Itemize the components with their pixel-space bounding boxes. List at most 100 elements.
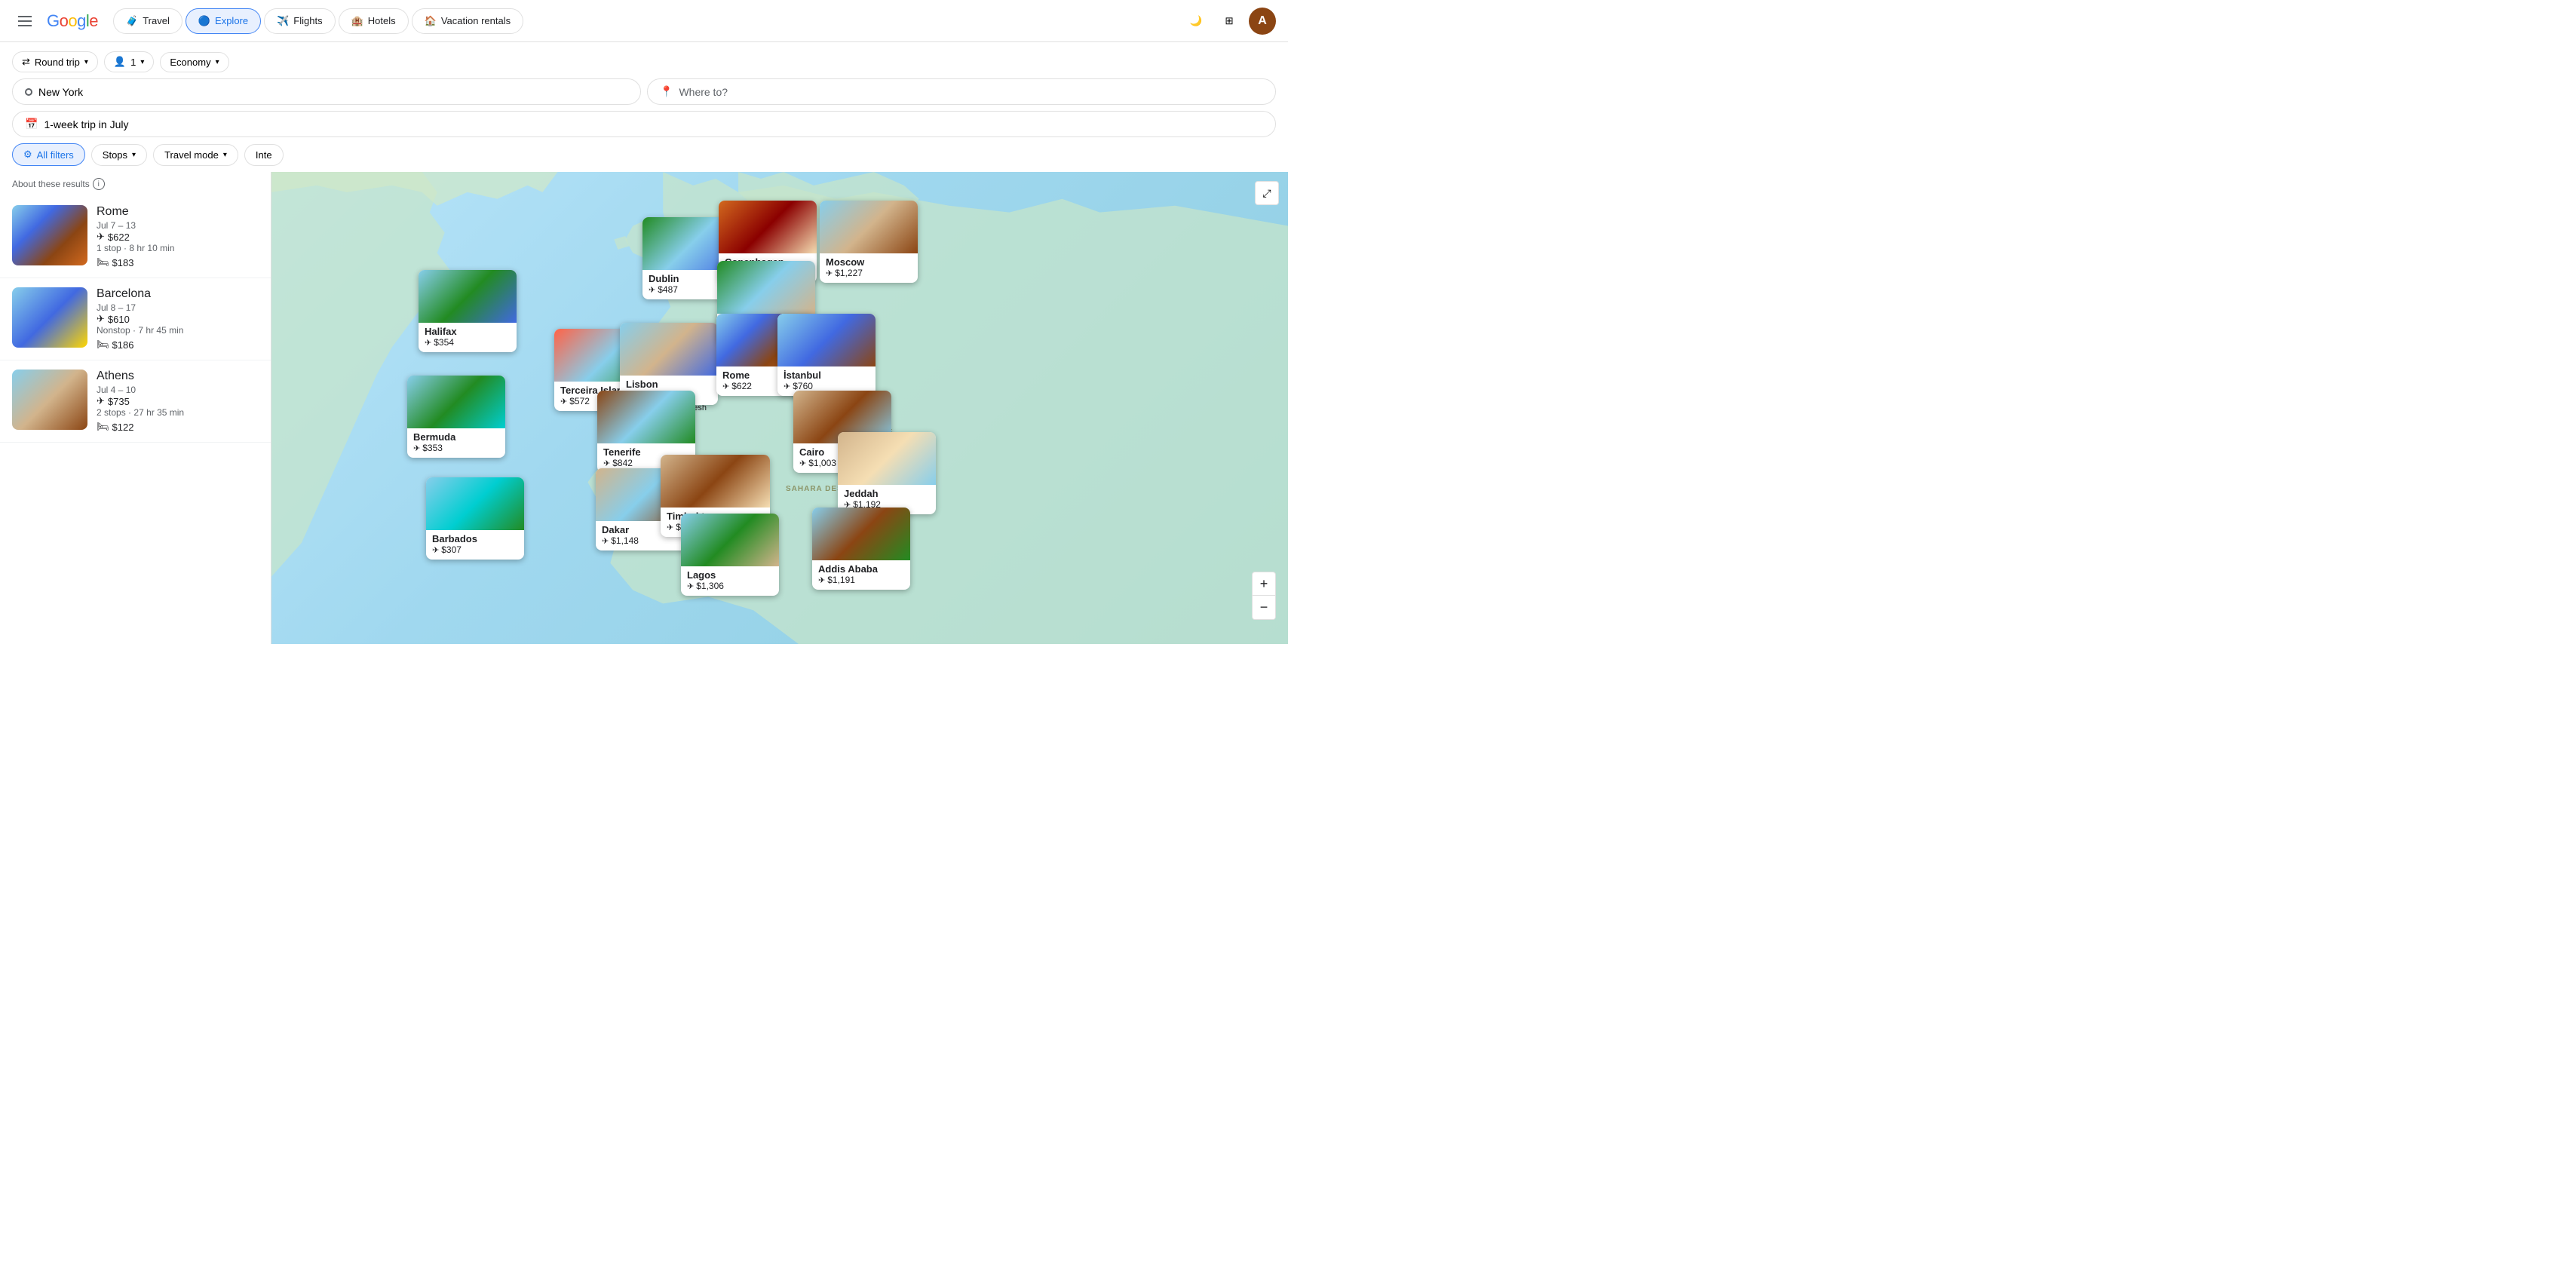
dakar-price: ✈$1,148 (602, 535, 688, 546)
origin-input[interactable]: New York (12, 78, 641, 105)
athens-flight-price: ✈ $735 (97, 395, 259, 407)
map-controls: + − (1252, 572, 1276, 620)
filter-row: ⚙ All filters Stops ▾ Travel mode ▾ Inte (12, 143, 1276, 166)
rome-city: Rome (97, 205, 259, 219)
addis-price: ✈$1,191 (818, 575, 904, 585)
class-selector[interactable]: Economy ▾ (160, 52, 228, 72)
rome-flight-price: ✈ $622 (97, 231, 259, 243)
athens-flight-details: 2 stops · 27 hr 35 min (97, 407, 259, 418)
jeddah-thumb (838, 432, 936, 485)
halifax-price: ✈$354 (425, 337, 511, 348)
result-athens[interactable]: Athens Jul 4 – 10 ✈ $735 2 stops · 27 hr… (0, 360, 271, 443)
apps-button[interactable]: ⊞ (1216, 8, 1243, 35)
athens-dates: Jul 4 – 10 (97, 385, 259, 395)
results-panel: About these results i Rome Jul 7 – 13 ✈ … (0, 172, 271, 644)
barbados-thumb (426, 477, 524, 530)
map-card-barbados[interactable]: Barbados ✈$307 (426, 477, 524, 560)
nav-travel-label: Travel (143, 15, 170, 26)
barbados-price: ✈$307 (432, 544, 518, 555)
nav-travel[interactable]: 🧳 Travel (113, 8, 182, 34)
jeddah-city-label: Jeddah (844, 488, 930, 499)
travel-mode-chevron: ▾ (223, 151, 227, 159)
all-filters-button[interactable]: ⚙ All filters (12, 143, 85, 166)
athens-plane-icon: ✈ (97, 395, 105, 407)
nav-vacation[interactable]: 🏠 Vacation rentals (412, 8, 523, 34)
barcelona-city: Barcelona (97, 287, 259, 301)
filter-icon: ⚙ (23, 149, 32, 161)
hamburger-menu[interactable] (12, 10, 38, 32)
halifax-thumb (419, 270, 517, 323)
destination-placeholder: Where to? (679, 86, 728, 98)
nav-flights-label: Flights (293, 15, 322, 26)
result-barcelona[interactable]: Barcelona Jul 8 – 17 ✈ $610 Nonstop · 7 … (0, 278, 271, 360)
rome-bed-icon: 🛏 (97, 256, 109, 268)
map-card-halifax[interactable]: Halifax ✈$354 (419, 270, 517, 352)
map-card-addis[interactable]: Addis Ababa ✈$1,191 (812, 508, 910, 590)
bermuda-price: ✈$353 (413, 443, 499, 453)
expand-icon: ⤢ (1262, 187, 1271, 200)
barcelona-hotel-price: 🛏 $186 (97, 339, 259, 351)
trip-type-chevron: ▾ (84, 58, 88, 66)
stops-chevron: ▾ (132, 151, 136, 159)
timbuktu-thumb (661, 455, 770, 508)
lagos-city-label: Lagos (687, 569, 773, 581)
moscow-city-label: Moscow (826, 256, 912, 268)
roundtrip-icon: ⇄ (22, 56, 30, 68)
origin-dot-icon (25, 88, 32, 96)
munich-thumb (717, 261, 815, 314)
header-right: 🌙 ⊞ A (1182, 8, 1276, 35)
inte-filter[interactable]: Inte (244, 144, 284, 166)
moscow-thumb (820, 201, 918, 253)
map-area[interactable]: Stockholm Edinburgh Brighton Budapest Ba… (271, 172, 1288, 644)
main-content: About these results i Rome Jul 7 – 13 ✈ … (0, 172, 1288, 644)
passengers-label: 1 (130, 57, 136, 68)
istanbul-thumb (777, 314, 876, 366)
stops-label: Stops (103, 149, 127, 161)
map-card-bermuda[interactable]: Bermuda ✈$353 (407, 376, 505, 458)
map-card-lagos[interactable]: Lagos ✈$1,306 (681, 514, 779, 596)
map-card-jeddah[interactable]: Jeddah ✈$1,192 (838, 432, 936, 514)
map-card-istanbul[interactable]: İstanbul ✈$760 (777, 314, 876, 396)
calendar-icon: 📅 (25, 118, 38, 130)
compass-icon: 🔵 (198, 15, 210, 27)
nav-hotels-label: Hotels (368, 15, 396, 26)
moscow-price: ✈$1,227 (826, 268, 912, 278)
nav-hotels[interactable]: 🏨 Hotels (339, 8, 409, 34)
barcelona-info: Barcelona Jul 8 – 17 ✈ $610 Nonstop · 7 … (97, 287, 259, 351)
nav-flights[interactable]: ✈️ Flights (264, 8, 335, 34)
expand-map-button[interactable]: ⤢ (1255, 181, 1279, 205)
info-icon[interactable]: i (93, 178, 105, 190)
date-value: 1-week trip in July (44, 118, 128, 130)
athens-hotel-price: 🛏 $122 (97, 421, 259, 433)
hotel-icon: 🏨 (351, 15, 363, 27)
travel-mode-label: Travel mode (164, 149, 219, 161)
rome-hotel-price: 🛏 $183 (97, 256, 259, 268)
athens-info: Athens Jul 4 – 10 ✈ $735 2 stops · 27 hr… (97, 370, 259, 433)
nav-explore[interactable]: 🔵 Explore (186, 8, 261, 34)
map-card-moscow[interactable]: Moscow ✈$1,227 (820, 201, 918, 283)
class-label: Economy (170, 57, 210, 68)
stops-filter[interactable]: Stops ▾ (91, 144, 147, 166)
trip-type-selector[interactable]: ⇄ Round trip ▾ (12, 51, 98, 72)
header: Google 🧳 Travel 🔵 Explore ✈️ Flights 🏨 H… (0, 0, 1288, 42)
result-rome[interactable]: Rome Jul 7 – 13 ✈ $622 1 stop · 8 hr 10 … (0, 196, 271, 278)
dark-mode-button[interactable]: 🌙 (1182, 8, 1210, 35)
zoom-in-button[interactable]: + (1252, 572, 1276, 596)
lagos-price: ✈$1,306 (687, 581, 773, 591)
user-avatar[interactable]: A (1249, 8, 1276, 35)
travel-mode-filter[interactable]: Travel mode ▾ (153, 144, 238, 166)
barcelona-thumbnail (12, 287, 87, 348)
destination-input[interactable]: 📍 Where to? (647, 78, 1276, 105)
person-icon: 👤 (114, 56, 126, 68)
athens-thumbnail (12, 370, 87, 430)
barcelona-plane-icon: ✈ (97, 313, 105, 325)
lagos-thumb (681, 514, 779, 566)
istanbul-price: ✈$760 (784, 381, 869, 391)
trip-type-label: Round trip (35, 57, 80, 68)
addis-thumb (812, 508, 910, 560)
class-chevron: ▾ (216, 58, 219, 66)
zoom-out-button[interactable]: − (1252, 596, 1276, 620)
passengers-selector[interactable]: 👤 1 ▾ (104, 51, 154, 72)
origin-value: New York (38, 86, 83, 98)
date-input[interactable]: 📅 1-week trip in July (12, 111, 1276, 137)
